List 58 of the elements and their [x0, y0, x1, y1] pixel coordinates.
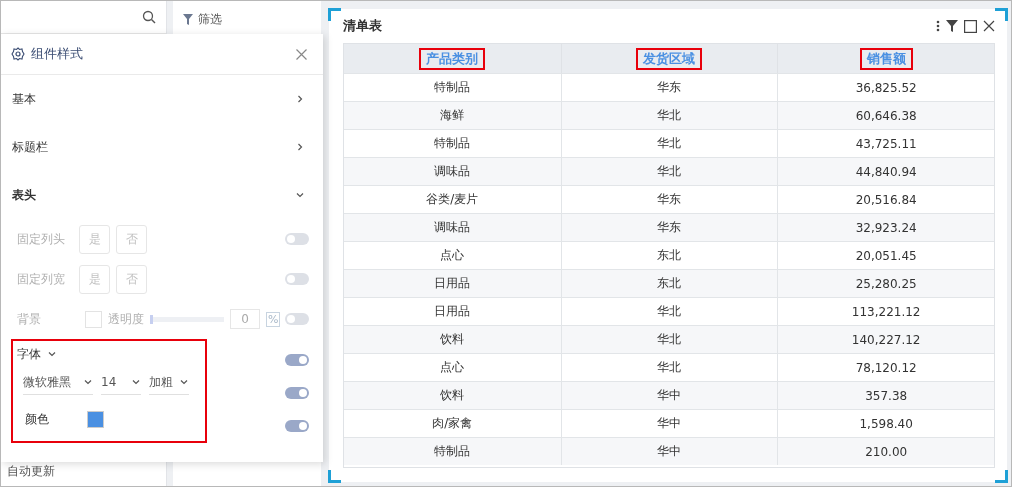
- table-cell-text: 日用品: [433, 275, 472, 292]
- column-header: 产品类别: [419, 47, 486, 70]
- filter-title: 筛选: [198, 11, 222, 28]
- resize-handle[interactable]: [995, 470, 1008, 483]
- filter-icon[interactable]: [946, 20, 958, 32]
- chevron-down-icon: [295, 190, 305, 200]
- column-header: 销售额: [859, 47, 913, 70]
- table-cell: 华中: [560, 438, 778, 465]
- setting-label: 字体: [17, 345, 41, 363]
- table-cell-text: 调味品: [433, 219, 472, 236]
- resize-handle[interactable]: [995, 8, 1008, 21]
- table-cell-text: 点心: [439, 247, 466, 264]
- toggle-switch[interactable]: [285, 420, 309, 433]
- table-cell-text: 饮料: [439, 387, 466, 404]
- search-icon[interactable]: [142, 10, 156, 24]
- unit-label: %: [266, 311, 281, 327]
- setting-label: 固定列宽: [17, 270, 66, 288]
- toggle-switch[interactable]: [285, 387, 309, 399]
- setting-label: 固定列头: [17, 230, 66, 248]
- setting-label: 背景: [17, 310, 42, 328]
- settings-icon: [11, 47, 25, 61]
- table-cell-text: 谷类/麦片: [425, 191, 480, 208]
- resize-handle[interactable]: [328, 470, 341, 483]
- section-header[interactable]: 基本: [1, 75, 323, 123]
- resize-handle[interactable]: [328, 8, 341, 21]
- table-cell-text: 海鲜: [439, 107, 466, 124]
- table-cell: 210.00: [777, 438, 994, 465]
- font-weight-select[interactable]: 加粗: [149, 373, 189, 395]
- opacity-label: 透明度: [108, 310, 144, 328]
- color-swatch[interactable]: [87, 410, 104, 428]
- table-cell-text: 特制品: [433, 79, 472, 96]
- table-cell-text: 肉/家禽: [431, 415, 474, 432]
- close-icon[interactable]: [983, 20, 995, 32]
- filter-icon: [183, 14, 193, 25]
- table-cell-text: 饮料: [439, 331, 466, 348]
- table-cell-text: 特制品: [433, 135, 472, 152]
- opacity-slider[interactable]: [150, 316, 224, 322]
- caret-icon: [47, 349, 57, 359]
- toggle-switch[interactable]: [285, 353, 309, 366]
- table-cell-text: 调味品: [433, 163, 472, 180]
- table-cell-text: 日用品: [433, 303, 472, 320]
- section-header[interactable]: 标题栏: [1, 123, 323, 171]
- section-header[interactable]: 表头: [1, 171, 323, 219]
- maximize-icon[interactable]: [964, 19, 977, 33]
- more-icon[interactable]: [936, 20, 940, 32]
- table-cell-text: 特制品: [433, 443, 472, 460]
- chevron-right-icon: [295, 142, 305, 152]
- panel-title: 组件样式: [31, 45, 83, 63]
- setting-label: 颜色: [25, 410, 50, 428]
- caret-icon: [83, 377, 93, 387]
- font-family-select[interactable]: 微软雅黑: [23, 373, 93, 395]
- auto-update-label: 自动更新: [6, 463, 56, 480]
- chevron-right-icon: [295, 94, 305, 104]
- table-cell-text: 点心: [439, 359, 466, 376]
- widget-title: 清单表: [343, 17, 382, 35]
- caret-icon: [131, 377, 141, 387]
- caret-icon: [179, 377, 189, 387]
- column-header: 发货区域: [636, 47, 703, 70]
